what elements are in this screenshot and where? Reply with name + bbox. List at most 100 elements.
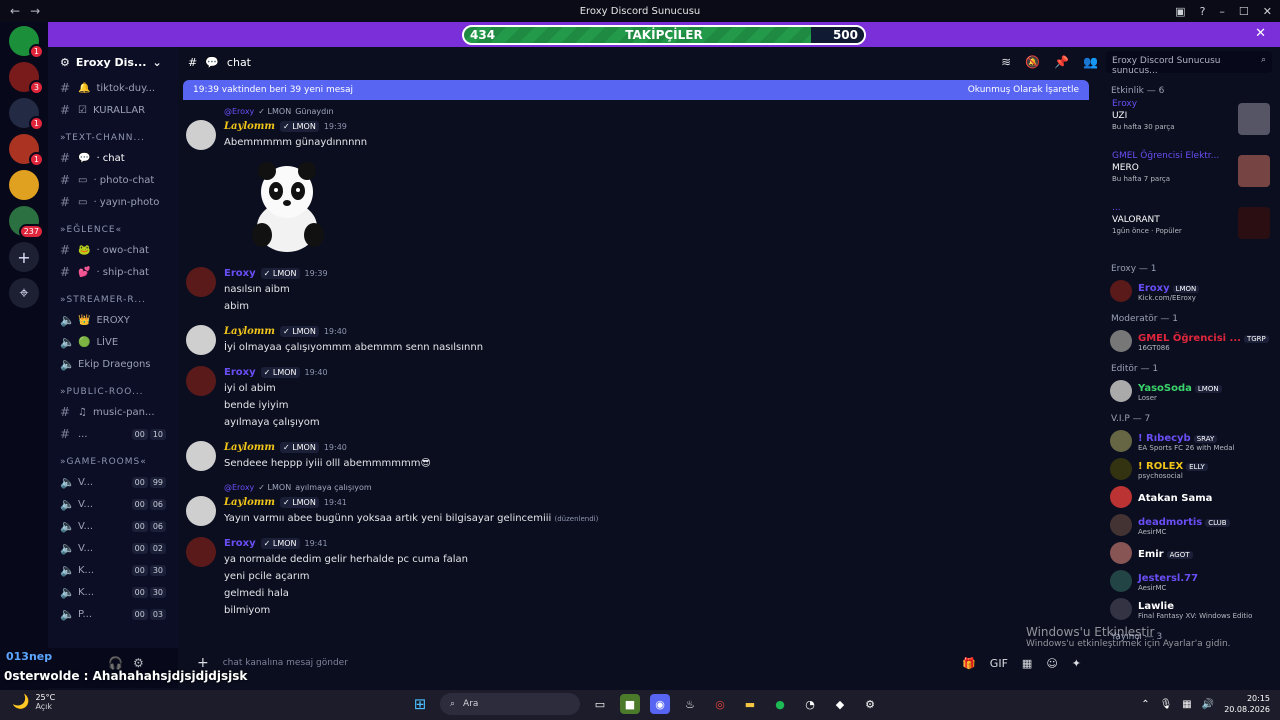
- emoji-icon[interactable]: ☺: [1046, 657, 1057, 670]
- add-server-icon[interactable]: +: [9, 242, 39, 272]
- member-row[interactable]: Atakan Sama: [1100, 483, 1278, 511]
- avatar[interactable]: [186, 120, 216, 150]
- member-row[interactable]: Emir AGOT: [1100, 539, 1278, 567]
- member-row[interactable]: Lawlie Final Fantasy XV: Windows Editio: [1100, 595, 1278, 623]
- channel-tiktok-duy...[interactable]: # 🔔 tiktok-duy...: [48, 77, 178, 99]
- reply-preview[interactable]: @Eroxy ✓ LMON ayılmaya çalışıyom: [182, 480, 1082, 494]
- network-icon[interactable]: ▦: [1182, 699, 1191, 710]
- message-composer[interactable]: + chat kanalına mesaj gönder 🎁 GIF ▦ ☺ ✦: [183, 651, 1089, 675]
- members-icon[interactable]: 👥: [1083, 55, 1098, 69]
- avatar[interactable]: [186, 267, 216, 297]
- sticker-icon[interactable]: ▦: [1022, 657, 1032, 670]
- channel-LİVE[interactable]: 🔈 🟢 LİVE: [48, 331, 178, 353]
- server-header[interactable]: ⚙ Eroxy Dis... ⌄: [48, 47, 178, 77]
- weather-widget[interactable]: 🌙 25°C Açık: [12, 693, 55, 711]
- reply-preview[interactable]: @Eroxy ✓ LMON Günaydın: [182, 104, 1082, 118]
- server-icon-server-5[interactable]: [9, 170, 39, 200]
- category-streamer[interactable]: »STREAMER-R...: [48, 291, 178, 309]
- channel-K...[interactable]: 🔈 K... 00 30: [48, 559, 178, 581]
- gift-icon[interactable]: 🎁: [962, 657, 976, 670]
- apps-icon[interactable]: ✦: [1072, 657, 1081, 670]
- activity-card[interactable]: GMEL Öğrencisi Elektr... MERO Bu hafta 7 p…: [1100, 151, 1278, 203]
- category-text[interactable]: »TEXT-CHANN...: [48, 129, 178, 147]
- banner-close-icon[interactable]: ✕: [1255, 26, 1266, 41]
- folder-icon[interactable]: ▬: [740, 694, 760, 714]
- chrome-icon[interactable]: ◎: [710, 694, 730, 714]
- taskbar-search[interactable]: ⌕ Ara: [440, 693, 580, 715]
- avatar[interactable]: [186, 441, 216, 471]
- author-name[interactable]: Laylomm: [224, 326, 275, 337]
- member-row[interactable]: Eroxy LMON Kick.com/EEroxy: [1100, 277, 1278, 305]
- spotify-icon[interactable]: ●: [770, 694, 790, 714]
- avatar[interactable]: [186, 496, 216, 526]
- channel-EROXY[interactable]: 🔈 👑 EROXY: [48, 309, 178, 331]
- mic-icon[interactable]: 🎙: [1160, 699, 1173, 710]
- channel-Ekip Draegons[interactable]: 🔈 Ekip Draegons: [48, 353, 178, 375]
- channel-chat[interactable]: # 💬 · chat: [48, 147, 178, 169]
- channel-V...[interactable]: 🔈 V... 00 99: [48, 471, 178, 493]
- category-public[interactable]: »PUBLIC-ROO...: [48, 383, 178, 401]
- member-row[interactable]: deadmortis CLUB AesirMC: [1100, 511, 1278, 539]
- activity-card[interactable]: Eroxy UZI Bu hafta 30 parça: [1100, 99, 1278, 151]
- server-icon-server-4[interactable]: 1: [9, 134, 44, 167]
- help-icon[interactable]: ?: [1200, 5, 1206, 18]
- headphones-icon[interactable]: 🎧: [108, 656, 123, 670]
- epic-icon[interactable]: ◆: [830, 694, 850, 714]
- server-icon-panda-server[interactable]: 1: [9, 26, 44, 59]
- threads-icon[interactable]: ≋: [1001, 55, 1011, 69]
- channel-V...[interactable]: 🔈 V... 00 06: [48, 515, 178, 537]
- settings-icon[interactable]: ⚙: [860, 694, 880, 714]
- channel-V...[interactable]: 🔈 V... 00 02: [48, 537, 178, 559]
- channel-ship-chat[interactable]: # 💕 · ship-chat: [48, 261, 178, 283]
- member-row[interactable]: ! Rıbecyb SRAY EA Sports FC 26 with Medal: [1100, 427, 1278, 455]
- channel-P...[interactable]: 🔈 P... 00 03: [48, 603, 178, 625]
- task-view-icon[interactable]: ▭: [590, 694, 610, 714]
- minimize-button[interactable]: –: [1219, 5, 1225, 18]
- channel-yayın-photo[interactable]: # ▭ · yayın-photo: [48, 191, 178, 213]
- close-window-button[interactable]: ✕: [1263, 5, 1272, 18]
- channel-owo-chat[interactable]: # 🐸 · owo-chat: [48, 239, 178, 261]
- steam-icon[interactable]: ♨: [680, 694, 700, 714]
- mute-bell-icon[interactable]: 🔕: [1025, 55, 1040, 69]
- channel-K...[interactable]: 🔈 K... 00 30: [48, 581, 178, 603]
- chevron-up-icon[interactable]: ⌃: [1141, 699, 1149, 710]
- message-input[interactable]: chat kanalına mesaj gönder: [223, 658, 348, 668]
- search-input[interactable]: Eroxy Discord Sunucusu sunucus... ⌕: [1106, 51, 1272, 76]
- minecraft-icon[interactable]: ■: [620, 694, 640, 714]
- avatar[interactable]: [186, 325, 216, 355]
- member-row[interactable]: Jestersl.77 AesirMC: [1100, 567, 1278, 595]
- forward-arrow-icon[interactable]: →: [30, 4, 40, 18]
- avatar[interactable]: [186, 537, 216, 567]
- gear-icon[interactable]: ⚙: [133, 656, 144, 670]
- member-row[interactable]: YasoSoda LMON Loser: [1100, 377, 1278, 405]
- server-icon-server-3[interactable]: 1: [9, 98, 44, 131]
- pin-icon[interactable]: 📌: [1054, 55, 1069, 69]
- channel-KURALLAR[interactable]: # ☑ KURALLAR: [48, 99, 178, 121]
- category-fun[interactable]: »EĞLENCE«: [48, 221, 178, 239]
- author-name[interactable]: Eroxy: [224, 538, 256, 549]
- clock[interactable]: 20:15 20.08.2026: [1224, 693, 1270, 715]
- gif-icon[interactable]: GIF: [990, 657, 1008, 670]
- author-name[interactable]: Eroxy: [224, 367, 256, 378]
- author-name[interactable]: Laylomm: [224, 121, 275, 132]
- discover-icon[interactable]: ⌖: [9, 278, 39, 308]
- back-arrow-icon[interactable]: ←: [10, 4, 20, 18]
- member-row[interactable]: ! ROLEX ELLY psychosocial: [1100, 455, 1278, 483]
- mark-read-button[interactable]: Okunmuş Olarak İşaretle: [968, 85, 1079, 95]
- server-icon-server-6[interactable]: 237: [9, 206, 44, 239]
- author-name[interactable]: Eroxy: [224, 268, 256, 279]
- start-icon[interactable]: ⊞: [410, 694, 430, 714]
- user-name[interactable]: 013nep: [6, 650, 52, 663]
- activity-card[interactable]: ... VALORANT 1gün önce · Popüler: [1100, 203, 1278, 255]
- discord-icon[interactable]: ◉: [650, 694, 670, 714]
- member-row[interactable]: GMEL Öğrencisi ... TGRP 16GT086: [1100, 327, 1278, 355]
- channel-photo-chat[interactable]: # ▭ · photo-chat: [48, 169, 178, 191]
- channel-...[interactable]: #... 00 10: [48, 423, 178, 445]
- maximize-button[interactable]: ☐: [1239, 5, 1249, 18]
- category-game[interactable]: »GAME-ROOMS«: [48, 453, 178, 471]
- volume-icon[interactable]: 🔊: [1202, 699, 1214, 710]
- author-name[interactable]: Laylomm: [224, 442, 275, 453]
- avatar[interactable]: [186, 366, 216, 396]
- obs-icon[interactable]: ◔: [800, 694, 820, 714]
- channel-V...[interactable]: 🔈 V... 00 06: [48, 493, 178, 515]
